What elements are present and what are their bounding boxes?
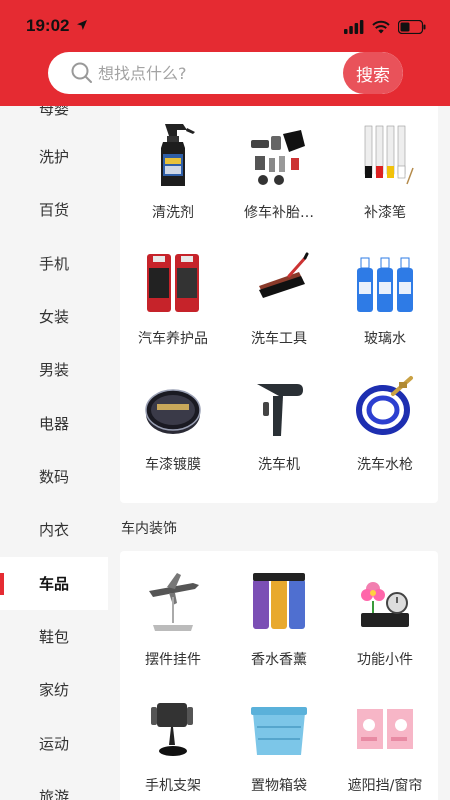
battery-icon bbox=[398, 20, 426, 34]
search-bar[interactable]: 搜索 bbox=[48, 52, 403, 94]
sunshade-icon bbox=[357, 709, 413, 749]
grid-item-label: 遮阳挡/窗帘 bbox=[347, 778, 423, 794]
grid-item-label: 手机支架 bbox=[145, 778, 201, 794]
sidebar-item-mens-wear[interactable]: 男装 bbox=[0, 343, 108, 396]
sidebar-item-general-goods[interactable]: 百货 bbox=[0, 183, 108, 236]
location-arrow-icon bbox=[77, 20, 87, 30]
grid-item-glass-cleaner[interactable]: 玻璃水 bbox=[332, 248, 438, 358]
sidebar-item-shoes-bags[interactable]: 鞋包 bbox=[0, 610, 108, 663]
category-content[interactable]: 清洗剂 修车补胎… 补漆笔 汽车养护品 洗车工具 玻璃水 车漆镀膜 洗车机 洗车… bbox=[108, 106, 450, 800]
grid-item-sunshade[interactable]: 遮阳挡/窗帘 bbox=[332, 695, 438, 800]
sidebar-item-phones[interactable]: 手机 bbox=[0, 237, 108, 290]
category-sidebar[interactable]: 母婴 洗护 百货 手机 女装 男装 电器 数码 内衣 车品 鞋包 家纺 运动 旅… bbox=[0, 106, 108, 800]
product-category-card: 清洗剂 修车补胎… 补漆笔 汽车养护品 洗车工具 玻璃水 车漆镀膜 洗车机 洗车… bbox=[120, 106, 438, 503]
grid-item-paint-pen[interactable]: 补漆笔 bbox=[332, 122, 438, 232]
grid-item-ornaments[interactable]: 摆件挂件 bbox=[120, 569, 226, 679]
dashboard-gadget-icon bbox=[361, 582, 409, 627]
grid-item-cleaner[interactable]: 清洗剂 bbox=[120, 122, 226, 232]
grid-item-gadgets[interactable]: 功能小件 bbox=[332, 569, 438, 679]
sidebar-item-label: 数码 bbox=[38, 468, 69, 486]
section-title-interior-decor: 车内装饰 bbox=[121, 521, 177, 537]
sidebar-item-label: 鞋包 bbox=[38, 628, 69, 646]
status-time: 19:02 bbox=[26, 16, 70, 35]
sidebar-item-label: 母婴 bbox=[38, 106, 69, 118]
car-brush-icon bbox=[259, 252, 309, 298]
sidebar-item-label: 百货 bbox=[38, 201, 69, 219]
grid-item-label: 补漆笔 bbox=[364, 205, 406, 221]
grid-item-label: 洗车机 bbox=[258, 457, 300, 473]
grid-item-label: 洗车水枪 bbox=[357, 457, 413, 473]
active-indicator bbox=[0, 573, 4, 595]
sidebar-item-label: 运动 bbox=[38, 735, 69, 753]
paint-pen-icon bbox=[364, 125, 414, 185]
grid-item-paint-coating[interactable]: 车漆镀膜 bbox=[120, 374, 226, 484]
sidebar-item-label: 手机 bbox=[38, 255, 69, 273]
glass-cleaner-icon bbox=[357, 257, 413, 312]
grid-item-washer[interactable]: 洗车机 bbox=[226, 374, 332, 484]
status-icons bbox=[344, 18, 426, 36]
sidebar-item-underwear[interactable]: 内衣 bbox=[0, 503, 108, 556]
sidebar-item-sports[interactable]: 运动 bbox=[0, 717, 108, 770]
signal-icon bbox=[344, 20, 364, 34]
wax-tin-icon bbox=[145, 389, 201, 434]
sidebar-item-travel[interactable]: 旅游 bbox=[0, 770, 108, 800]
grid-item-car-care[interactable]: 汽车养护品 bbox=[120, 248, 226, 358]
sidebar-item-label: 旅游 bbox=[38, 788, 69, 800]
grid-item-storage[interactable]: 置物箱袋 bbox=[226, 695, 332, 800]
grid-item-label: 汽车养护品 bbox=[138, 331, 208, 347]
wifi-icon bbox=[372, 20, 390, 34]
spray-bottle-icon bbox=[161, 124, 195, 186]
grid-item-label: 功能小件 bbox=[357, 652, 413, 668]
grid-item-wash-tools[interactable]: 洗车工具 bbox=[226, 248, 332, 358]
spray-gun-icon bbox=[257, 384, 303, 436]
sidebar-item-wash-care[interactable]: 洗护 bbox=[0, 130, 108, 183]
grid-item-label: 清洗剂 bbox=[152, 205, 194, 221]
top-header: 19:02 想找点什么? 搜索 bbox=[0, 0, 450, 106]
grid-item-phone-holder[interactable]: 手机支架 bbox=[120, 695, 226, 800]
sidebar-item-appliances[interactable]: 电器 bbox=[0, 397, 108, 450]
grid-item-water-gun[interactable]: 洗车水枪 bbox=[332, 374, 438, 484]
grid-item-label: 香水香薰 bbox=[251, 652, 307, 668]
grid-item-perfume[interactable]: 香水香薰 bbox=[226, 569, 332, 679]
grid-item-label: 摆件挂件 bbox=[145, 652, 201, 668]
grid-item-label: 置物箱袋 bbox=[251, 778, 307, 794]
grid-item-tire-repair[interactable]: 修车补胎… bbox=[226, 122, 332, 232]
sidebar-item-label: 男装 bbox=[38, 361, 69, 379]
sidebar-item-label: 女装 bbox=[38, 308, 69, 326]
sidebar-item-label: 内衣 bbox=[38, 521, 69, 539]
car-care-cans-icon bbox=[147, 254, 199, 312]
search-input[interactable] bbox=[98, 52, 338, 94]
grid-item-label: 洗车工具 bbox=[251, 331, 307, 347]
phone-holder-icon bbox=[151, 703, 193, 756]
sidebar-item-womens-wear[interactable]: 女装 bbox=[0, 290, 108, 343]
hose-icon bbox=[356, 376, 413, 435]
sidebar-item-label: 洗护 bbox=[38, 148, 69, 166]
sidebar-item-label: 车品 bbox=[38, 575, 69, 593]
product-category-card: 摆件挂件 香水香薰 功能小件 手机支架 置物箱袋 遮阳挡/窗帘 bbox=[120, 551, 438, 800]
sidebar-item-digital[interactable]: 数码 bbox=[0, 450, 108, 503]
grid-item-label: 修车补胎… bbox=[244, 205, 314, 221]
grid-item-label: 玻璃水 bbox=[364, 331, 406, 347]
storage-box-icon bbox=[251, 707, 307, 755]
status-bar: 19:02 bbox=[0, 0, 450, 50]
search-button[interactable]: 搜索 bbox=[343, 52, 403, 94]
sidebar-item-label: 家纺 bbox=[38, 681, 69, 699]
sidebar-item-label: 电器 bbox=[38, 415, 69, 433]
grid-item-label: 车漆镀膜 bbox=[145, 457, 201, 473]
tire-repair-kit-icon bbox=[251, 130, 305, 185]
search-icon bbox=[71, 62, 92, 83]
perfume-icon bbox=[253, 573, 305, 629]
sidebar-item-home-textiles[interactable]: 家纺 bbox=[0, 663, 108, 716]
sidebar-item-car-goods[interactable]: 车品 bbox=[0, 557, 108, 610]
airplane-ornament-icon bbox=[149, 573, 199, 631]
